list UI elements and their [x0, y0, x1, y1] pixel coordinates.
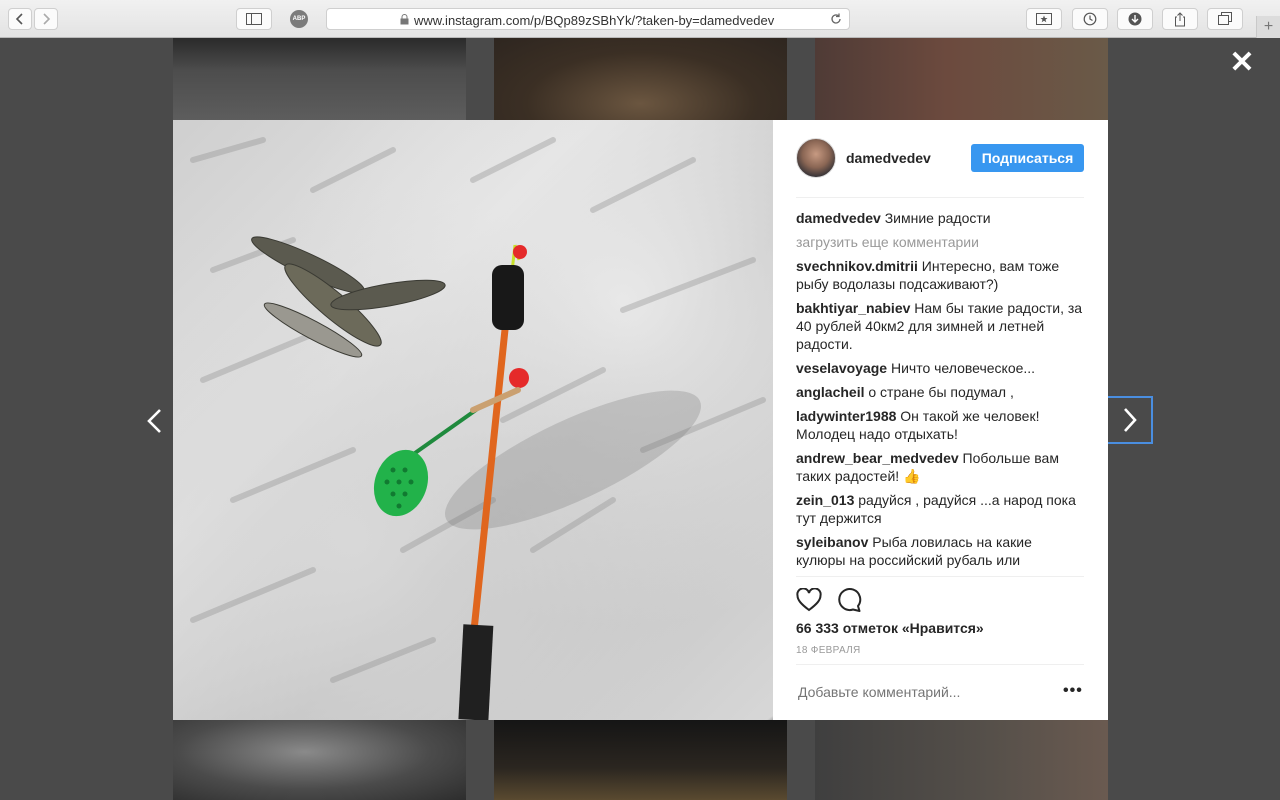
comment-username[interactable]: andrew_bear_medvedev [796, 450, 959, 466]
comment-item: veselavoyage Ничто человеческое... [796, 359, 1084, 377]
comment-item: andrew_bear_medvedev Побольше вам таких … [796, 449, 1084, 485]
browser-toolbar: ABP www.instagram.com/p/BQp89zSBhYk/?tak… [0, 0, 1280, 38]
comment-username[interactable]: zein_013 [796, 492, 854, 508]
history-icon [1083, 12, 1097, 26]
caption-text: Зимние радости [884, 210, 991, 226]
comment-item: svechnikov.dmitrii Интересно, вам тоже р… [796, 257, 1084, 293]
comments-list[interactable]: damedvedev Зимние радости загрузить еще … [796, 209, 1084, 576]
comment-username[interactable]: ladywinter1988 [796, 408, 896, 424]
url-text: www.instagram.com/p/BQp89zSBhYk/?taken-b… [414, 13, 775, 28]
comment-item: zein_013 радуйся , радуйся ...а народ по… [796, 491, 1084, 527]
caption-username[interactable]: damedvedev [796, 210, 881, 226]
action-icons [796, 587, 876, 613]
comments-divider [796, 576, 1084, 577]
adblock-button[interactable]: ABP [290, 10, 308, 28]
add-comment-input[interactable] [798, 684, 1048, 700]
comment-item: syleibanov Рыба ловилась на какие кулюры… [796, 533, 1084, 569]
avatar[interactable] [796, 138, 836, 178]
post-header: damedvedev Подписаться [773, 120, 1108, 198]
post-panel: damedvedev Подписаться damedvedev Зимние… [773, 120, 1108, 720]
back-button[interactable] [8, 8, 32, 30]
comment-button[interactable] [836, 587, 862, 613]
like-button[interactable] [796, 587, 822, 613]
post-photo [173, 120, 773, 720]
heart-icon [796, 588, 822, 612]
downloads-icon [1128, 12, 1142, 26]
comment-text: Ничто человеческое... [890, 360, 1036, 376]
sidebar-icon [246, 13, 262, 25]
post-caption: damedvedev Зимние радости [796, 209, 1084, 227]
bookmarks-button[interactable] [1026, 8, 1062, 30]
comment-item: ladywinter1988 Он такой же человек! Моло… [796, 407, 1084, 443]
more-options-button[interactable]: ••• [1063, 682, 1083, 700]
bookmarks-icon [1036, 13, 1052, 25]
post-author-username[interactable]: damedvedev [846, 150, 931, 166]
reload-icon[interactable] [829, 12, 843, 26]
new-tab-button[interactable]: + [1256, 16, 1280, 38]
back-icon [15, 13, 23, 25]
comment-item: anglacheil о стране бы подумал , [796, 383, 1084, 401]
next-post-button[interactable] [1106, 396, 1153, 444]
comment-item: bakhtiyar_nabiev Нам бы такие радости, з… [796, 299, 1084, 353]
grid-thumbnail [494, 38, 787, 120]
close-icon[interactable]: ✕ [1229, 48, 1255, 78]
comment-username[interactable]: syleibanov [796, 534, 868, 550]
post-date: 18 ФЕВРАЛЯ [796, 645, 861, 656]
comment-username[interactable]: anglacheil [796, 384, 864, 400]
forward-button[interactable] [34, 8, 58, 30]
likes-count[interactable]: 66 333 отметок «Нравится» [796, 620, 984, 636]
grid-thumbnail [494, 720, 787, 800]
grid-thumbnail [173, 720, 466, 800]
comment-icon [838, 588, 862, 612]
share-icon [1175, 11, 1185, 26]
grid-thumbnail [173, 38, 466, 120]
tabs-button[interactable] [1207, 8, 1243, 30]
downloads-button[interactable] [1117, 8, 1153, 30]
grid-thumbnail [815, 720, 1108, 800]
chevron-right-icon [1123, 408, 1137, 432]
load-more-comments-link[interactable]: загрузить еще комментарии [796, 233, 1084, 251]
history-button[interactable] [1072, 8, 1108, 30]
photo-illustration [190, 137, 766, 720]
chevron-left-icon [147, 409, 161, 433]
tabs-icon [1218, 12, 1232, 25]
comment-username[interactable]: svechnikov.dmitrii [796, 258, 918, 274]
footer-divider [796, 664, 1084, 665]
address-bar[interactable]: www.instagram.com/p/BQp89zSBhYk/?taken-b… [326, 8, 850, 30]
grid-thumbnail [815, 38, 1108, 120]
follow-button[interactable]: Подписаться [971, 144, 1084, 172]
comment-text: о стране бы подумал , [868, 384, 1014, 400]
previous-post-button[interactable] [140, 404, 168, 438]
comment-username[interactable]: veselavoyage [796, 360, 887, 376]
sidebar-button[interactable] [236, 8, 272, 30]
share-button[interactable] [1162, 8, 1198, 30]
forward-icon [43, 13, 51, 25]
comment-username[interactable]: bakhtiyar_nabiev [796, 300, 910, 316]
lock-icon [400, 14, 409, 25]
header-divider [796, 197, 1084, 198]
